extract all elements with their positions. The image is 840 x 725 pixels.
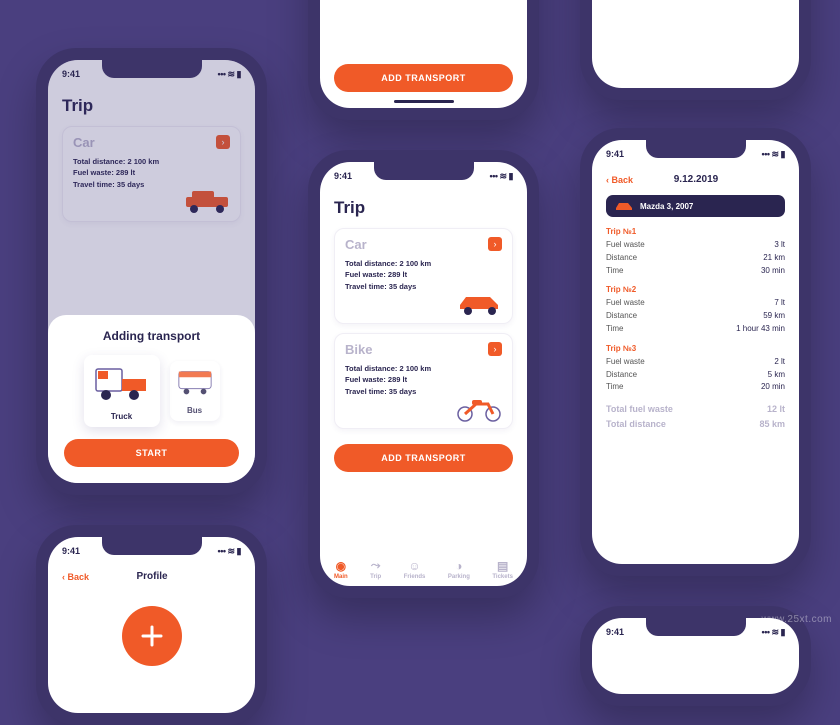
status-time: 9:41 bbox=[62, 69, 80, 80]
status-indicators: ••• ≋ ▮ bbox=[218, 546, 241, 557]
home-indicator bbox=[394, 100, 454, 103]
add-transport-button[interactable]: ADD TRANSPORT bbox=[334, 444, 513, 472]
page-title: Profile bbox=[136, 571, 167, 582]
page-title: 9.12.2019 bbox=[674, 174, 719, 185]
vehicle-pill[interactable]: Mazda 3, 2007 bbox=[606, 195, 785, 217]
status-time: 9:41 bbox=[62, 546, 80, 557]
totals: Total fuel waste12 lt Total distance85 k… bbox=[606, 402, 785, 431]
chevron-right-icon[interactable]: › bbox=[488, 237, 502, 251]
trip-card-car[interactable]: Car › Total distance: 2 100 km Fuel wast… bbox=[334, 228, 513, 324]
vehicle-option-bus[interactable]: Bus bbox=[170, 361, 220, 421]
friends-icon: ☺ bbox=[404, 559, 426, 573]
bike-icon bbox=[454, 394, 504, 422]
add-transport-sheet: Adding transport Truck Bus START bbox=[48, 315, 255, 483]
truck-icon bbox=[90, 361, 154, 403]
start-button[interactable]: START bbox=[64, 439, 239, 467]
sheet-title: Adding transport bbox=[64, 329, 239, 343]
trip-summary: Trip №2 Fuel waste7 lt Distance59 km Tim… bbox=[606, 285, 785, 335]
vehicle-label: Bus bbox=[176, 406, 214, 415]
status-indicators: ••• ≋ ▮ bbox=[762, 627, 785, 638]
car-icon bbox=[614, 200, 634, 212]
bus-icon bbox=[176, 367, 214, 397]
route-icon: ⤳ bbox=[370, 558, 381, 573]
back-button[interactable]: ‹ Back bbox=[606, 175, 633, 185]
trip-summary: Trip №1 Fuel waste3 lt Distance21 km Tim… bbox=[606, 227, 785, 277]
status-time: 9:41 bbox=[606, 149, 624, 160]
parking-icon: ◑ bbox=[448, 559, 470, 573]
nav-parking[interactable]: ◑Parking bbox=[448, 559, 470, 580]
nav-main[interactable]: ◉Main bbox=[334, 559, 348, 580]
status-indicators: ••• ≋ ▮ bbox=[490, 171, 513, 182]
card-stats: Total distance: 2 100 km Fuel waste: 289… bbox=[345, 363, 502, 397]
nav-tickets[interactable]: ▤Tickets bbox=[492, 559, 513, 580]
trip-summary: Trip №3 Fuel waste2 lt Distance5 km Time… bbox=[606, 344, 785, 394]
add-transport-button[interactable]: ADD TRANSPORT bbox=[334, 64, 513, 92]
status-indicators: ••• ≋ ▮ bbox=[218, 69, 241, 80]
ticket-icon: ▤ bbox=[492, 559, 513, 573]
status-indicators: ••• ≋ ▮ bbox=[762, 149, 785, 160]
chevron-right-icon[interactable]: › bbox=[488, 342, 502, 356]
nav-trip[interactable]: ⤳Trip bbox=[370, 558, 381, 580]
vehicle-option-truck[interactable]: Truck bbox=[84, 355, 160, 427]
nav-friends[interactable]: ☺Friends bbox=[404, 559, 426, 580]
trip-card-bike[interactable]: Bike › Total distance: 2 100 km Fuel was… bbox=[334, 333, 513, 429]
status-time: 9:41 bbox=[606, 627, 624, 638]
card-title: Bike bbox=[345, 342, 502, 357]
card-title: Car bbox=[345, 237, 502, 252]
bottom-nav: ◉Main ⤳Trip ☺Friends ◑Parking ▤Tickets bbox=[334, 558, 513, 580]
home-icon: ◉ bbox=[334, 559, 348, 573]
card-stats: Total distance: 2 100 km Fuel waste: 289… bbox=[345, 258, 502, 292]
page-title: Trip bbox=[334, 198, 513, 218]
vehicle-label: Truck bbox=[90, 412, 154, 421]
avatar[interactable] bbox=[122, 606, 182, 666]
status-time: 9:41 bbox=[334, 171, 352, 182]
car-icon bbox=[454, 289, 504, 317]
back-button[interactable]: ‹ Back bbox=[62, 572, 89, 582]
plus-icon bbox=[139, 623, 165, 649]
